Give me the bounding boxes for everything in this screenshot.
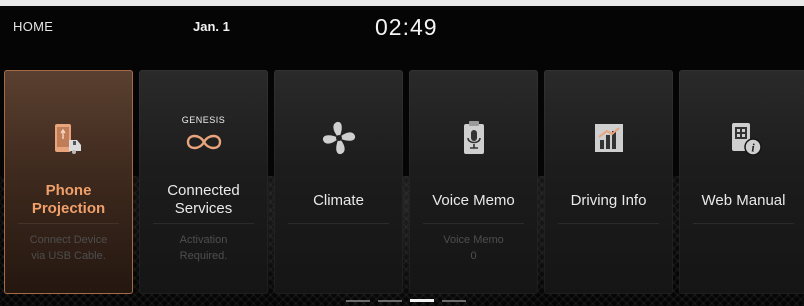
driving-info-icon <box>589 118 629 158</box>
tile-label: Voice Memo <box>432 192 515 209</box>
tile-sub-line2: via USB Cable. <box>31 250 106 262</box>
tile-divider <box>558 223 659 224</box>
tile-web-manual[interactable]: i Web Manual <box>679 70 804 294</box>
tile-divider <box>693 223 794 224</box>
page-dot[interactable] <box>442 300 466 302</box>
tile-connected-services[interactable]: GENESIS Connected Services Activation Re… <box>139 70 268 294</box>
tile-sub-line2: 0 <box>470 250 477 262</box>
status-bar: HOME Jan. 1 02:49 <box>0 6 804 50</box>
web-manual-icon: i <box>724 118 764 158</box>
tile-divider <box>423 223 524 224</box>
tile-label: Climate <box>313 192 364 209</box>
home-screen: HOME Jan. 1 02:49 Phone Projection Conne… <box>0 6 804 306</box>
voice-memo-icon <box>454 118 494 158</box>
page-dot[interactable] <box>346 300 370 302</box>
home-label[interactable]: HOME <box>13 19 53 34</box>
tile-label-line2: Services <box>174 200 233 217</box>
date-label: Jan. 1 <box>193 19 230 34</box>
tile-sub-line2: Required. <box>179 250 228 262</box>
phone-projection-icon <box>49 118 89 158</box>
tile-climate[interactable]: Climate <box>274 70 403 294</box>
fan-icon <box>319 118 359 158</box>
tile-divider <box>153 223 254 224</box>
tile-voice-memo[interactable]: Voice Memo Voice Memo 0 <box>409 70 538 294</box>
tile-label-line1: Phone <box>45 182 92 199</box>
tile-driving-info[interactable]: Driving Info <box>544 70 673 294</box>
genesis-brand-text: GENESIS <box>181 115 226 125</box>
tile-sub-line1: Connect Device <box>29 234 108 246</box>
tile-label-line2: Projection <box>31 200 106 217</box>
app-tiles: Phone Projection Connect Device via USB … <box>0 70 804 300</box>
page-indicator <box>0 299 804 304</box>
genesis-infinity-icon <box>184 130 224 160</box>
tile-label-line1: Connected <box>167 182 240 199</box>
clock: 02:49 <box>375 14 438 40</box>
tile-label: Web Manual <box>701 192 786 209</box>
tile-sub-line1: Activation <box>179 234 228 246</box>
tile-sub-line1: Voice Memo <box>443 234 504 246</box>
tile-divider <box>18 223 119 224</box>
tile-phone-projection[interactable]: Phone Projection Connect Device via USB … <box>4 70 133 294</box>
page-dot[interactable] <box>378 300 402 302</box>
tile-label: Driving Info <box>570 192 647 209</box>
page-dot-active[interactable] <box>410 299 434 302</box>
tile-divider <box>288 223 389 224</box>
